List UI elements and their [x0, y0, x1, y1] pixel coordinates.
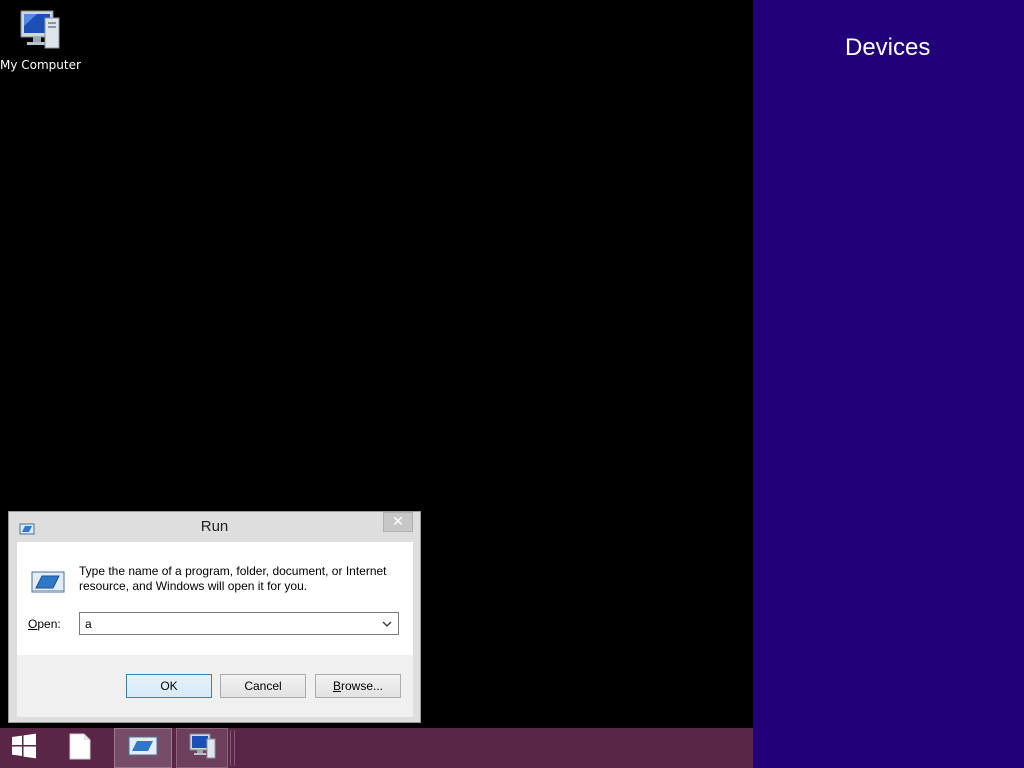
open-label-accesskey: O: [28, 617, 38, 631]
start-button[interactable]: [2, 728, 46, 768]
ok-button[interactable]: OK: [126, 674, 212, 698]
taskbar: [0, 728, 753, 768]
close-icon: ✕: [392, 514, 404, 530]
run-dialog: Run ✕ Type the name of a program, folder…: [8, 511, 421, 723]
desktop-icon-label: My Computer: [0, 58, 81, 72]
file-icon: [69, 733, 91, 764]
open-label-text: pen:: [37, 617, 61, 631]
charms-panel: Devices: [753, 0, 1024, 768]
taskbar-separator[interactable]: [230, 730, 235, 766]
windows-logo-icon: [11, 733, 37, 763]
browse-label-text: rowse...: [341, 679, 384, 693]
taskbar-computer-button[interactable]: [176, 728, 228, 768]
close-button[interactable]: ✕: [383, 512, 413, 532]
taskbar-run-button[interactable]: [114, 728, 172, 768]
dialog-body: Type the name of a program, folder, docu…: [17, 542, 413, 655]
dialog-title: Run: [200, 518, 229, 535]
run-icon: [128, 736, 158, 760]
chevron-down-icon[interactable]: [378, 613, 396, 634]
browse-button[interactable]: Browse...: [315, 674, 401, 698]
computer-icon: [187, 732, 217, 764]
dialog-content: Type the name of a program, folder, docu…: [17, 542, 413, 717]
charms-title: Devices: [845, 34, 931, 61]
dialog-description: Type the name of a program, folder, docu…: [79, 564, 387, 593]
run-icon: [31, 570, 65, 594]
open-label: Open:: [28, 617, 61, 631]
computer-icon: [15, 8, 63, 54]
dialog-titlebar[interactable]: Run ✕: [9, 512, 420, 541]
cancel-button[interactable]: Cancel: [220, 674, 306, 698]
desktop-icon-my-computer[interactable]: My Computer: [0, 8, 81, 72]
open-input[interactable]: [80, 613, 377, 634]
browse-accesskey: B: [332, 679, 341, 693]
taskbar-file-button[interactable]: [54, 728, 106, 768]
open-combobox[interactable]: [79, 612, 399, 635]
